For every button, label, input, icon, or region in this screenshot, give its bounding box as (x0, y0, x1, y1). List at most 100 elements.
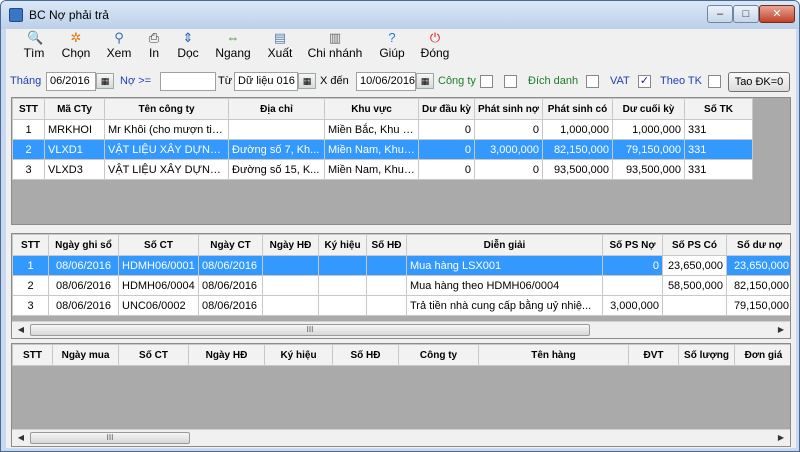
table-row-selected[interactable]: 2 VLXD1 VẬT LIỆU XÂY DỰNG 1 Đường số 7, … (12, 139, 753, 160)
cell[interactable]: VLXD3 (44, 159, 105, 180)
cell[interactable]: VẬT LIỆU XÂY DỰNG 1 (104, 139, 229, 160)
col-stt[interactable]: STT (12, 234, 49, 256)
table-row[interactable]: 2 08/06/2016 HDMH06/0004 08/06/2016 Mua … (12, 275, 790, 296)
table-row[interactable]: 3 08/06/2016 UNC06/0002 08/06/2016 Trả t… (12, 295, 790, 316)
month-calendar-icon[interactable]: ▦ (96, 73, 114, 89)
cell[interactable]: Mua hàng LSX001 (406, 255, 603, 276)
cell[interactable]: 3,000,000 (602, 295, 663, 316)
close-form-button[interactable]: ⏻ Đóng (418, 31, 452, 61)
cell[interactable] (318, 295, 367, 316)
company-checkbox[interactable] (480, 75, 493, 88)
portrait-button[interactable]: ⇕ Dọc (174, 31, 202, 61)
cell[interactable]: 2 (12, 139, 45, 160)
col-company[interactable]: Công ty (398, 344, 479, 366)
cell[interactable]: 0 (418, 139, 475, 160)
col-opening-balance[interactable]: Dư đầu kỳ (418, 98, 475, 120)
cell[interactable]: 08/06/2016 (48, 275, 119, 296)
cell[interactable]: UNC06/0002 (118, 295, 199, 316)
col-stt[interactable]: STT (12, 98, 45, 120)
cell[interactable]: 0 (418, 119, 475, 140)
month-field[interactable]: 06/2016 (46, 72, 96, 91)
debt-min-field[interactable] (160, 72, 216, 91)
find-button[interactable]: 🔍 Tìm (20, 31, 48, 61)
cell[interactable]: 1,000,000 (612, 119, 685, 140)
cell[interactable]: 08/06/2016 (198, 275, 263, 296)
scroll-left-icon[interactable]: ◀ (14, 432, 28, 444)
cell[interactable]: 1 (12, 255, 49, 276)
col-address[interactable]: Địa chỉ (228, 98, 325, 120)
transactions-hscrollbar[interactable]: ◀ III ▶ (12, 321, 790, 338)
scroll-left-icon[interactable]: ◀ (14, 324, 28, 336)
col-voucher-no[interactable]: Số CT (118, 344, 189, 366)
cell[interactable] (262, 255, 319, 276)
cell[interactable] (662, 295, 727, 316)
create-condition-button[interactable]: Tao ĐK=0 (728, 72, 790, 92)
cell[interactable]: 79,150,000 (612, 139, 685, 160)
cell[interactable] (262, 275, 319, 296)
cell[interactable]: 1,000,000 (542, 119, 613, 140)
specific-name-checkbox[interactable] (586, 75, 599, 88)
col-region[interactable]: Khu vực (324, 98, 419, 120)
cell[interactable]: 23,650,000 (726, 255, 790, 276)
cell[interactable]: 3,000,000 (474, 139, 543, 160)
col-purchase-date[interactable]: Ngày mua (52, 344, 119, 366)
to-calendar-icon[interactable]: ▦ (416, 73, 434, 89)
col-invoice-no[interactable]: Số HĐ (332, 344, 399, 366)
col-stt[interactable]: STT (12, 344, 53, 366)
specific-checkbox[interactable] (504, 75, 517, 88)
close-button[interactable]: ✕ (759, 5, 795, 23)
cell[interactable]: 82,150,000 (542, 139, 613, 160)
cell[interactable] (318, 255, 367, 276)
cell[interactable] (228, 119, 325, 140)
cell[interactable]: MRKHOI (44, 119, 105, 140)
cell[interactable]: Mua hàng theo HDMH06/0004 (406, 275, 603, 296)
cell[interactable]: 0 (602, 255, 663, 276)
cell-current[interactable]: 23,650,000 (662, 255, 727, 276)
cell[interactable]: 331 (684, 119, 753, 140)
col-debit[interactable]: Số PS Nợ (602, 234, 663, 256)
help-button[interactable]: ? Giúp (376, 31, 408, 61)
col-account[interactable]: Số TK (684, 98, 753, 120)
cell[interactable]: VLXD1 (44, 139, 105, 160)
cell[interactable]: 08/06/2016 (48, 255, 119, 276)
cell[interactable]: 0 (474, 159, 543, 180)
col-company-code[interactable]: Mã CTy (44, 98, 105, 120)
cell[interactable]: 93,500,000 (542, 159, 613, 180)
scroll-right-icon[interactable]: ▶ (774, 432, 788, 444)
cell[interactable]: 0 (474, 119, 543, 140)
cell[interactable]: 58,500,000 (662, 275, 727, 296)
cell[interactable]: 3 (12, 295, 49, 316)
cell[interactable]: 3 (12, 159, 45, 180)
col-closing-balance[interactable]: Dư cuối kỳ (612, 98, 685, 120)
col-symbol[interactable]: Ký hiệu (318, 234, 367, 256)
cell[interactable]: 2 (12, 275, 49, 296)
to-date-field[interactable]: 10/06/2016 (356, 72, 416, 91)
col-voucher-no[interactable]: Số CT (118, 234, 199, 256)
cell[interactable]: Miền Nam, Khu v... (324, 159, 419, 180)
table-row[interactable]: 3 VLXD3 VẬT LIỆU XÂY DỰNG 3 Đường số 15,… (12, 159, 753, 180)
cell[interactable]: 08/06/2016 (198, 255, 263, 276)
col-unit[interactable]: ĐVT (628, 344, 679, 366)
cell[interactable]: HDMH06/0004 (118, 275, 199, 296)
scroll-thumb[interactable]: III (30, 324, 590, 336)
col-voucher-date[interactable]: Ngày CT (198, 234, 263, 256)
purchases-hscrollbar[interactable]: ◀ III ▶ (12, 429, 790, 446)
print-button[interactable]: ⎙ In (142, 31, 166, 61)
landscape-button[interactable]: ⇔ Ngang (212, 31, 254, 61)
col-invoice-date[interactable]: Ngày HĐ (262, 234, 319, 256)
cell[interactable]: 82,150,000 (726, 275, 790, 296)
cell[interactable]: 331 (684, 159, 753, 180)
cell[interactable]: 93,500,000 (612, 159, 685, 180)
cell[interactable]: Đường số 15, K... (228, 159, 325, 180)
cell[interactable]: 79,150,000 (726, 295, 790, 316)
scroll-right-icon[interactable]: ▶ (774, 324, 788, 336)
table-row[interactable]: 1 MRKHOI Mr Khôi (cho mượn tiền) Miền Bắ… (12, 119, 753, 140)
cell[interactable] (318, 275, 367, 296)
cell[interactable]: HDMH06/0001 (118, 255, 199, 276)
cell[interactable]: Miền Bắc, Khu vực (324, 119, 419, 140)
table-row-selected[interactable]: 1 08/06/2016 HDMH06/0001 08/06/2016 Mua … (12, 255, 790, 276)
view-button[interactable]: ⚲ Xem (104, 31, 134, 61)
from-calendar-icon[interactable]: ▦ (298, 73, 316, 89)
col-debit[interactable]: Phát sinh nợ (474, 98, 543, 120)
cell[interactable] (366, 275, 407, 296)
